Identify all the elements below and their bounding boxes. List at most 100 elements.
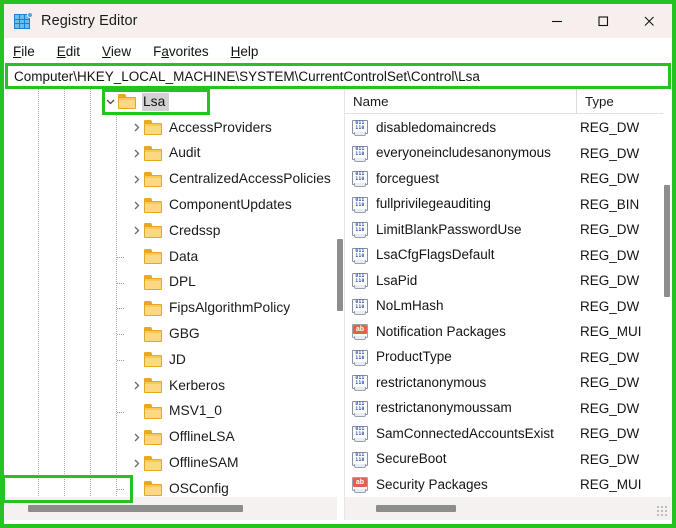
tree-item-lsa[interactable]: Lsa [4,89,337,115]
folder-icon [144,249,162,265]
chevron-right-icon[interactable] [128,378,144,394]
tree-horizontal-scrollbar[interactable] [4,497,337,520]
table-row[interactable]: 011 110 LsaPid REG_DW [345,268,663,294]
tree-item-label: CentralizedAccessPolicies [169,171,331,187]
tree-item-dpl[interactable]: DPL [4,270,337,296]
value-type: REG_DW [580,247,640,263]
value-type: REG_DW [580,222,640,238]
tree-connector [117,308,124,310]
minimize-button[interactable] [534,4,580,38]
binary-value-icon: 011 110 [352,196,369,213]
value-type: REG_DW [580,349,640,365]
tree-hscroll-thumb[interactable] [28,505,243,512]
table-row[interactable]: 011 110 restrictanonymoussam REG_DW [345,396,663,422]
window-controls [534,4,672,38]
menu-item-edit[interactable]: Edit [57,44,80,59]
tree-item-label: Kerberos [169,377,225,393]
menu-bar: File Edit View Favorites Help [4,38,672,64]
chevron-right-icon[interactable] [128,429,144,445]
tree-item-msv1-0[interactable]: MSV1_0 [4,399,337,425]
tree-item-kerberos[interactable]: Kerberos [4,373,337,399]
column-header-type[interactable]: Type [577,89,671,114]
binary-value-icon: 011 110 [352,222,369,239]
table-row[interactable]: 011 110 SamConnectedAccountsExist REG_DW [345,421,663,447]
binary-value-icon: 011 110 [352,426,369,443]
tree-item-componentupdates[interactable]: ComponentUpdates [4,192,337,218]
chevron-right-icon[interactable] [128,171,144,187]
table-row[interactable]: 011 110 NoLmHash REG_DW [345,294,663,320]
registry-tree-pane: Lsa AccessProviders Audit CentralizedAccess… [4,89,345,520]
table-row[interactable]: 011 110 ProductType REG_DW [345,345,663,371]
tree-item-data[interactable]: Data [4,244,337,270]
chevron-right-icon[interactable] [128,455,144,471]
table-row[interactable]: 011 110 LimitBlankPasswordUse REG_DW [345,217,663,243]
menu-item-file[interactable]: File [13,44,35,59]
values-list[interactable]: 011 110 disabledomaincreds REG_DW 011 110 ever… [345,115,663,497]
menu-item-favorites[interactable]: Favorites [153,44,209,59]
table-row[interactable]: 011 110 forceguest REG_DW [345,166,663,192]
tree-item-jd[interactable]: JD [4,347,337,373]
maximize-button[interactable] [580,4,626,38]
string-value-icon: ab [352,324,369,341]
binary-value-icon: 011 110 [352,349,369,366]
chevron-right-icon[interactable] [128,197,144,213]
folder-icon [144,326,162,342]
folder-icon [144,481,162,497]
tree-item-osconfig[interactable]: OSConfig [4,476,337,497]
value-name: NoLmHash [376,298,444,314]
tree-scroll-region[interactable]: Lsa AccessProviders Audit CentralizedAccess… [4,89,337,497]
tree-connector [117,488,124,490]
tree-vertical-scrollbar[interactable] [336,89,344,497]
tree-item-gbg[interactable]: GBG [4,321,337,347]
table-row[interactable]: 011 110 everyoneincludesanonymous REG_DW [345,141,663,167]
chevron-right-icon[interactable] [128,223,144,239]
value-name: LsaPid [376,272,418,288]
tree-item-credssp[interactable]: Credssp [4,218,337,244]
column-header-name[interactable]: Name [345,89,577,114]
value-name: restrictanonymous [376,374,487,390]
value-name: SecureBoot [376,451,447,467]
table-row[interactable]: 011 110 fullprivilegeauditing REG_BIN [345,192,663,218]
tree-item-offlinesam[interactable]: OfflineSAM [4,450,337,476]
tree-item-fipsalgorithmpolicy[interactable]: FipsAlgorithmPolicy [4,295,337,321]
table-row[interactable]: ab Security Packages REG_MUI [345,472,663,497]
title-bar[interactable]: Registry Editor [4,4,672,38]
value-name: SamConnectedAccountsExist [376,425,554,441]
table-row[interactable]: 011 110 SecureBoot REG_DW [345,447,663,473]
binary-value-icon: 011 110 [352,120,369,137]
list-horizontal-scrollbar[interactable] [345,497,671,520]
close-button[interactable] [626,4,672,38]
list-vertical-scrollbar[interactable] [663,89,671,497]
string-value-icon: ab [352,477,369,494]
resize-grip-icon[interactable] [656,505,668,517]
value-type: REG_MUI [580,477,642,493]
folder-icon [144,171,162,187]
address-bar[interactable]: Computer\HKEY_LOCAL_MACHINE\SYSTEM\Curre… [5,63,671,89]
value-name: disabledomaincreds [376,119,497,135]
table-row[interactable]: 011 110 LsaCfgFlagsDefault REG_DW [345,243,663,269]
tree-item-accessproviders[interactable]: AccessProviders [4,115,337,141]
registry-grid-icon [14,12,33,30]
chevron-down-icon[interactable] [102,94,118,110]
tree-item-audit[interactable]: Audit [4,141,337,167]
list-vscroll-thumb[interactable] [664,185,670,297]
chevron-right-icon[interactable] [128,120,144,136]
folder-icon [144,197,162,213]
address-path[interactable]: Computer\HKEY_LOCAL_MACHINE\SYSTEM\Curre… [8,69,480,84]
tree-vscroll-thumb[interactable] [337,239,343,311]
binary-value-icon: 011 110 [352,400,369,417]
tree-item-centralizedaccesspolicies[interactable]: CentralizedAccessPolicies [4,166,337,192]
table-row[interactable]: 011 110 disabledomaincreds REG_DW [345,115,663,141]
table-row[interactable]: 011 110 restrictanonymous REG_DW [345,370,663,396]
content-area: Lsa AccessProviders Audit CentralizedAccess… [4,89,672,520]
table-row[interactable]: ab Notification Packages REG_MUI [345,319,663,345]
menu-item-help[interactable]: Help [231,44,259,59]
value-name: LsaCfgFlagsDefault [376,247,495,263]
menu-item-view[interactable]: View [102,44,131,59]
tree-item-offlinelsa[interactable]: OfflineLSA [4,424,337,450]
chevron-right-icon[interactable] [128,145,144,161]
list-hscroll-thumb[interactable] [376,505,456,512]
value-name: restrictanonymoussam [376,400,512,416]
tree-item-label: Lsa [142,92,170,111]
binary-value-icon: 011 110 [352,451,369,468]
